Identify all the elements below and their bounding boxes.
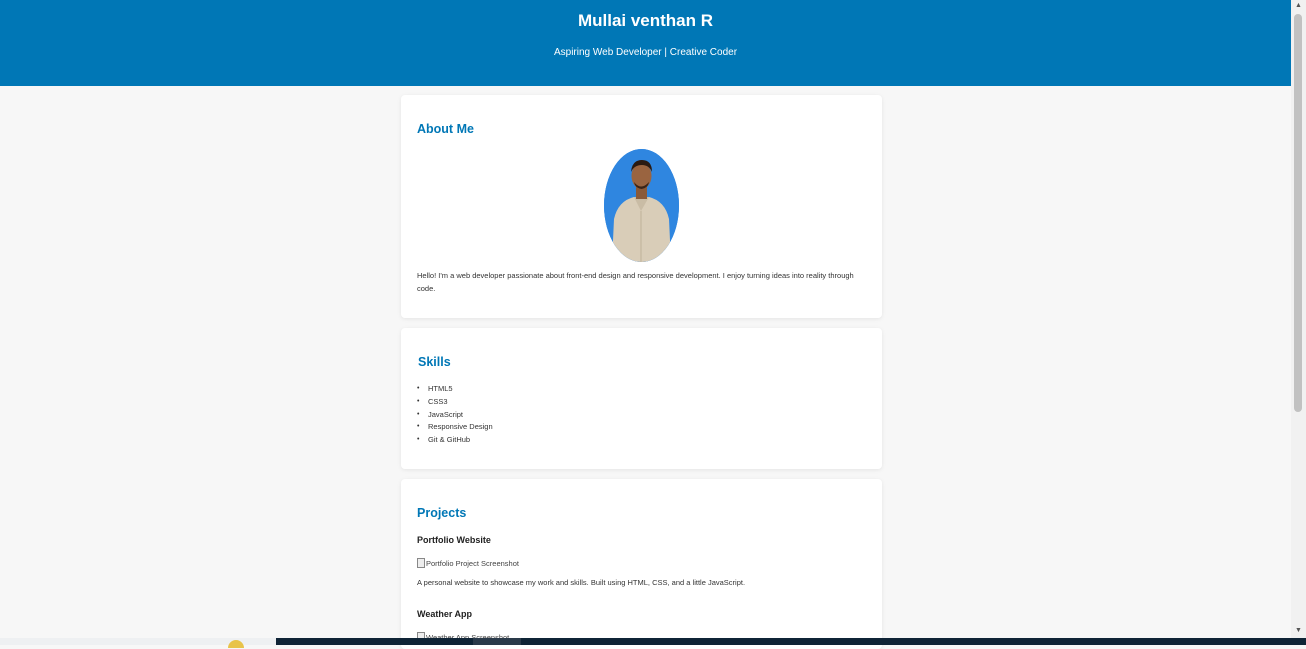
list-item: Responsive Design: [417, 421, 493, 434]
project-title-portfolio: Portfolio Website: [417, 535, 491, 545]
projects-heading: Projects: [417, 506, 467, 520]
site-subtitle: Aspiring Web Developer | Creative Coder: [553, 47, 738, 58]
profile-photo: [604, 149, 679, 262]
about-text: Hello! I'm a web developer passionate ab…: [417, 271, 854, 293]
site-title: Mullai venthan R: [577, 11, 714, 30]
list-item: HTML5: [417, 383, 493, 396]
avatar: [604, 149, 679, 262]
project-title-weather: Weather App: [417, 609, 473, 619]
list-item: Git & GitHub: [417, 434, 493, 447]
broken-image-icon: [417, 558, 425, 568]
projects-card: Projects Portfolio Website Portfolio Pro…: [401, 479, 882, 649]
vertical-scrollbar[interactable]: ▲ ▼: [1291, 0, 1306, 645]
about-card: About Me Hello! I'm a web developer pass…: [401, 95, 882, 318]
list-item: JavaScript: [417, 409, 493, 422]
taskbar-app-icon[interactable]: [228, 638, 244, 648]
skills-list: HTML5 CSS3 JavaScript Responsive Design …: [417, 383, 493, 447]
skills-heading: Skills: [418, 355, 451, 369]
list-item: CSS3: [417, 396, 493, 409]
scroll-down-arrow-icon[interactable]: ▼: [1291, 625, 1306, 637]
project-image-portfolio: Portfolio Project Screenshot: [417, 558, 519, 568]
image-alt-text: Portfolio Project Screenshot: [426, 558, 519, 568]
project-description-portfolio: A personal website to showcase my work a…: [417, 578, 746, 587]
scrollbar-thumb[interactable]: [1294, 14, 1302, 412]
about-heading: About Me: [417, 122, 474, 136]
skills-card: Skills HTML5 CSS3 JavaScript Responsive …: [401, 328, 882, 469]
taskbar: [0, 638, 1306, 648]
taskbar-active-app[interactable]: [473, 638, 521, 645]
site-header: Mullai venthan R Aspiring Web Developer …: [0, 0, 1291, 86]
scroll-up-arrow-icon[interactable]: ▲: [1291, 0, 1306, 12]
